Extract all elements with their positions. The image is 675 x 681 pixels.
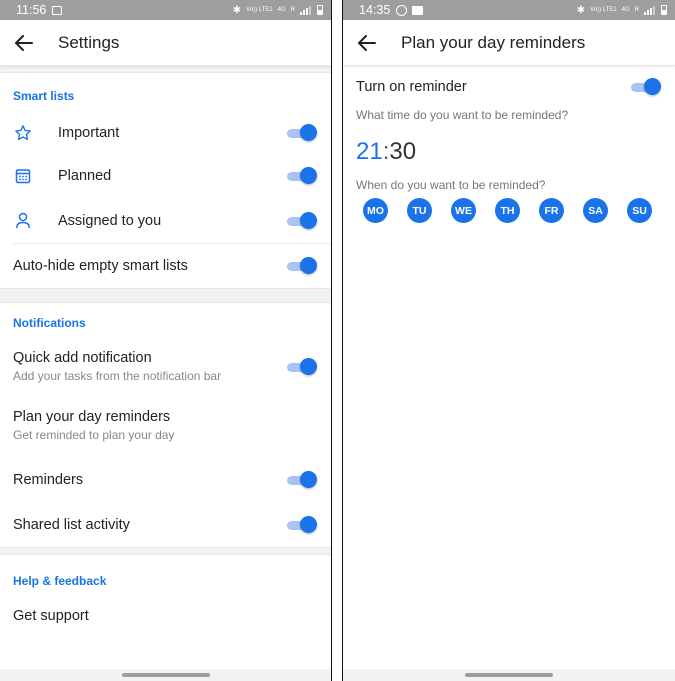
status-bar: 14:35 ✱ Vo)) LTE1 4G R: [343, 0, 675, 20]
volte-label: Vo)) LTE1: [590, 7, 617, 13]
settings-screen: 11:56 ✱ Vo)) LTE1 4G R Settings Smart li…: [0, 0, 331, 681]
roaming-label: R: [290, 7, 295, 13]
get-support-label: Get support: [13, 608, 89, 624]
day-monday[interactable]: MO: [363, 198, 388, 223]
assigned-toggle[interactable]: [287, 211, 317, 229]
quick-add-label: Quick add notification: [13, 350, 152, 366]
day-sunday[interactable]: SU: [627, 198, 652, 223]
home-handle[interactable]: [465, 673, 553, 677]
network-label: Vo)) LTE1: [246, 7, 273, 13]
network-4g-label: 4G: [277, 7, 286, 13]
network-4g: 4G: [622, 7, 630, 13]
time-hours[interactable]: 21: [356, 138, 383, 166]
days-question: When do you want to be reminded?: [356, 178, 546, 192]
smart-list-planned[interactable]: Planned: [0, 153, 331, 198]
section-spacer: [0, 547, 331, 555]
turn-on-reminder-row[interactable]: Turn on reminder: [343, 66, 675, 108]
time-question: What time do you want to be reminded?: [356, 108, 569, 122]
person-icon: [13, 211, 33, 231]
volte-label: Vo)) LTE1: [246, 7, 273, 13]
plan-day-row[interactable]: Plan your day reminders Get reminded to …: [0, 394, 331, 457]
battery-icon: [661, 5, 667, 15]
gesture-nav-bar: [343, 669, 675, 681]
auto-hide-toggle[interactable]: [287, 257, 317, 274]
star-icon: [13, 123, 33, 143]
gesture-nav-bar: [0, 669, 331, 681]
battery-icon: [317, 5, 323, 15]
section-header-notifications: Notifications: [13, 316, 86, 330]
day-tuesday[interactable]: TU: [407, 198, 432, 223]
turn-on-reminder-label: Turn on reminder: [356, 79, 467, 95]
turn-on-reminder-toggle[interactable]: [631, 78, 661, 95]
smart-list-label: Important: [58, 125, 120, 141]
back-arrow-icon[interactable]: [355, 31, 379, 55]
bluetooth-icon: ✱: [576, 4, 586, 16]
status-bar: 11:56 ✱ Vo)) LTE1 4G R: [0, 0, 331, 20]
status-time: 14:35: [359, 3, 391, 17]
auto-hide-label: Auto-hide empty smart lists: [13, 258, 188, 274]
signal-icon: [644, 5, 656, 15]
app-bar: Settings: [0, 20, 331, 66]
back-arrow-icon[interactable]: [12, 31, 36, 55]
status-time: 11:56: [16, 3, 47, 17]
image-notification-icon: [52, 5, 63, 15]
bluetooth-icon: ✱: [232, 4, 242, 16]
planned-toggle[interactable]: [287, 166, 317, 184]
section-header-smart-lists: Smart lists: [13, 89, 75, 103]
reminders-row[interactable]: Reminders: [0, 457, 331, 503]
smart-list-label: Planned: [58, 167, 112, 184]
message-icon: [412, 5, 424, 15]
reminders-toggle[interactable]: [287, 471, 317, 488]
page-title: Settings: [58, 32, 120, 52]
section-spacer: [0, 288, 331, 303]
smart-list-label: Assigned to you: [58, 212, 162, 229]
calendar-icon: [13, 166, 33, 186]
smart-list-important[interactable]: Important: [0, 113, 331, 153]
signal-icon: [300, 5, 312, 15]
day-saturday[interactable]: SA: [583, 198, 608, 223]
reminders-label: Reminders: [13, 472, 84, 488]
shared-activity-toggle[interactable]: [287, 516, 317, 533]
roaming-indicator: R: [635, 7, 639, 13]
time-picker[interactable]: 21:30: [343, 130, 675, 174]
plan-day-screen: 14:35 ✱ Vo)) LTE1 4G R Plan your day rem…: [343, 0, 675, 681]
quick-add-subtitle: Add your tasks from the notification bar: [13, 369, 222, 383]
quick-add-row[interactable]: Quick add notification Add your tasks fr…: [0, 339, 331, 394]
day-wednesday[interactable]: WE: [451, 198, 476, 223]
plan-day-label: Plan your day reminders: [13, 409, 171, 425]
network-label: Vo)) LTE1: [590, 7, 617, 13]
shared-activity-label: Shared list activity: [13, 517, 130, 533]
section-spacer: [0, 66, 331, 73]
time-minutes[interactable]: 30: [389, 138, 416, 166]
whatsapp-icon: [396, 4, 408, 16]
roaming-indicator: R: [291, 7, 295, 13]
day-friday[interactable]: FR: [539, 198, 564, 223]
day-thursday[interactable]: TH: [495, 198, 520, 223]
time-separator: :: [382, 138, 390, 165]
page-title: Plan your day reminders: [401, 32, 586, 52]
get-support-row[interactable]: Get support: [0, 599, 331, 633]
important-toggle[interactable]: [287, 124, 317, 141]
app-bar: Plan your day reminders: [343, 20, 675, 66]
network-4g: 4G: [278, 7, 286, 13]
shared-activity-row[interactable]: Shared list activity: [0, 503, 331, 547]
home-handle[interactable]: [121, 673, 210, 677]
smart-list-assigned[interactable]: Assigned to you: [0, 198, 331, 243]
section-header-help: Help & feedback: [13, 574, 107, 588]
screenshot-separator: [331, 0, 343, 681]
network-4g-label: 4G: [621, 7, 630, 13]
roaming-label: R: [634, 7, 639, 13]
day-selector: MO TU WE TH FR SA SU: [343, 198, 675, 223]
auto-hide-row[interactable]: Auto-hide empty smart lists: [0, 244, 331, 288]
plan-day-subtitle: Get reminded to plan your day: [13, 428, 175, 442]
quick-add-toggle[interactable]: [287, 357, 317, 375]
